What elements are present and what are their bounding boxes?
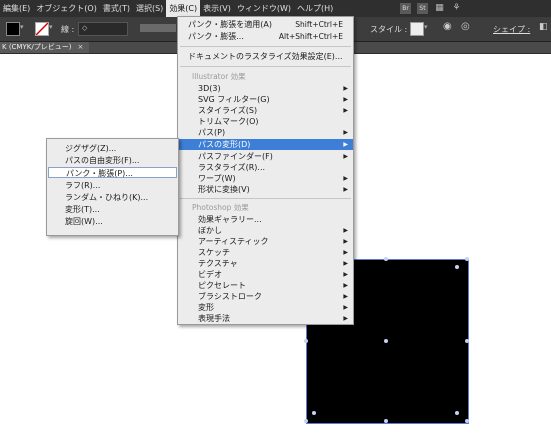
anchor-handle[interactable] [465, 257, 469, 261]
menu-item-blur[interactable]: ぼかし ▶ [178, 225, 353, 236]
style-dropdown-icon[interactable]: ▾ [424, 23, 428, 31]
menu-item-rasterize[interactable]: ラスタライズ(R)... [178, 162, 353, 173]
chevron-right-icon: ▶ [343, 129, 348, 136]
anchor-handle[interactable] [465, 339, 469, 343]
menu-item-distort-transform[interactable]: パスの変形(D) ▶ [178, 139, 353, 150]
anchor-handle[interactable] [304, 339, 308, 343]
menu-item-apply-last-effect[interactable]: パンク・膨張を適用(A) Shift+Ctrl+E [178, 19, 353, 30]
menu-item-last-effect[interactable]: パンク・膨張... Alt+Shift+Ctrl+E [178, 31, 353, 42]
menu-view[interactable]: 表示(V) [200, 3, 234, 14]
chevron-right-icon: ▶ [343, 186, 348, 193]
chevron-right-icon: ▶ [343, 315, 348, 322]
chevron-right-icon: ▶ [343, 227, 348, 234]
document-tab[interactable]: K (CMYK/プレビュー) × [0, 42, 90, 53]
menu-item-texture[interactable]: テクスチャ ▶ [178, 258, 353, 269]
menu-object[interactable]: オブジェクト(O) [33, 3, 100, 14]
menu-item-warp[interactable]: ワープ(W) ▶ [178, 173, 353, 184]
menu-separator [180, 198, 351, 199]
center-point[interactable] [384, 339, 388, 343]
chevron-right-icon: ▶ [343, 175, 348, 182]
none-slash-icon [35, 22, 49, 36]
section-header-photoshop: Photoshop 効果 [192, 203, 249, 212]
chevron-right-icon: ▶ [343, 96, 348, 103]
menu-item-transform[interactable]: 変形(T)... [47, 204, 178, 215]
style-label: スタイル : [370, 25, 408, 34]
stock-icon[interactable]: St [417, 3, 428, 14]
anchor-handle[interactable] [465, 419, 469, 423]
stroke-swatch[interactable] [35, 22, 49, 36]
close-icon[interactable]: × [77, 43, 83, 51]
menu-item-twist[interactable]: 旋回(W)... [47, 216, 178, 227]
gpu-icon[interactable]: ⚘ [451, 3, 462, 14]
chevron-right-icon: ▶ [343, 141, 348, 148]
menu-effect[interactable]: 効果(C) [166, 0, 201, 17]
stroke-dropdown-icon[interactable]: ▾ [49, 23, 53, 31]
menu-item-distort[interactable]: 変形 ▶ [178, 302, 353, 313]
menu-type[interactable]: 書式(T) [100, 3, 133, 14]
global-edit-icon[interactable]: ◎ [461, 21, 470, 32]
menu-item-pathfinder[interactable]: パスファインダー(F) ▶ [178, 151, 353, 162]
menu-separator [180, 66, 351, 67]
menu-item-svg-filters[interactable]: SVG フィルター(G) ▶ [178, 94, 353, 105]
chevron-right-icon: ▶ [343, 249, 348, 256]
menu-select[interactable]: 選択(S) [133, 3, 166, 14]
corner-widget[interactable] [455, 265, 459, 269]
fill-dropdown-icon[interactable]: ▾ [20, 23, 24, 31]
chevron-right-icon: ▶ [343, 304, 348, 311]
menu-help[interactable]: ヘルプ(H) [294, 3, 336, 14]
menu-item-free-distort[interactable]: パスの自由変形(F)... [47, 155, 178, 166]
section-header-illustrator: Illustrator 効果 [192, 72, 246, 81]
menu-edit[interactable]: 編集(E) [0, 3, 33, 14]
chevron-right-icon: ▶ [343, 85, 348, 92]
stroke-weight-field[interactable]: ◇ [78, 22, 128, 36]
chevron-right-icon: ▶ [343, 282, 348, 289]
menu-item-stylize-ps[interactable]: 表現手法 ▶ [178, 313, 353, 324]
chevron-right-icon: ▶ [343, 238, 348, 245]
chevron-right-icon: ▶ [343, 260, 348, 267]
menu-item-zig-zag[interactable]: ジグザグ(Z)... [47, 143, 178, 154]
menu-item-roughen[interactable]: ラフ(R)... [47, 180, 178, 191]
variable-width-profile[interactable] [140, 24, 176, 32]
shape-label[interactable]: シェイプ : [493, 24, 530, 35]
menu-item-artistic[interactable]: アーティスティック ▶ [178, 236, 353, 247]
menu-bar: 編集(E) オブジェクト(O) 書式(T) 選択(S) 効果(C) 表示(V) … [0, 0, 551, 17]
recolor-icon[interactable]: ◉ [443, 21, 452, 32]
graphic-style-swatch[interactable] [410, 22, 424, 36]
corner-widget[interactable] [455, 411, 459, 415]
menu-item-3d[interactable]: 3D(3) ▶ [178, 83, 353, 94]
menu-item-brush-strokes[interactable]: ブラシストローク ▶ [178, 291, 353, 302]
shape-options-icon[interactable]: ◧ [539, 22, 548, 32]
corner-widget[interactable] [312, 411, 316, 415]
menu-item-trim-marks[interactable]: トリムマーク(O) [178, 116, 353, 127]
chevron-right-icon: ▶ [343, 107, 348, 114]
effect-menu: パンク・膨張を適用(A) Shift+Ctrl+E パンク・膨張... Alt+… [177, 16, 354, 325]
chevron-right-icon: ▶ [343, 293, 348, 300]
menu-item-path[interactable]: パス(P) ▶ [178, 127, 353, 138]
menu-item-tweak[interactable]: ランダム・ひねり(K)... [47, 192, 178, 203]
menu-item-pucker-bloat[interactable]: パンク・膨張(P)... [48, 167, 177, 178]
fill-swatch[interactable] [6, 22, 20, 36]
menu-item-sketch[interactable]: スケッチ ▶ [178, 247, 353, 258]
menu-item-document-raster-settings[interactable]: ドキュメントのラスタライズ効果設定(E)... [178, 51, 353, 62]
document-tab-title: K (CMYK/プレビュー) [2, 43, 72, 51]
anchor-handle[interactable] [384, 257, 388, 261]
anchor-handle[interactable] [384, 419, 388, 423]
chevron-right-icon: ▶ [343, 153, 348, 160]
menu-item-stylize[interactable]: スタイライズ(S) ▶ [178, 105, 353, 116]
workspace-icon[interactable]: ▦ [434, 3, 445, 14]
chevron-right-icon: ▶ [343, 271, 348, 278]
anchor-handle[interactable] [304, 419, 308, 423]
menu-item-effect-gallery[interactable]: 効果ギャラリー... [178, 214, 353, 225]
distort-transform-submenu: ジグザグ(Z)... パスの自由変形(F)... パンク・膨張(P)... ラフ… [46, 138, 179, 236]
menu-item-convert-to-shape[interactable]: 形状に変換(V) ▶ [178, 184, 353, 195]
menu-item-video[interactable]: ビデオ ▶ [178, 269, 353, 280]
menu-separator [180, 46, 351, 47]
bridge-icon[interactable]: Br [400, 3, 411, 14]
stroke-weight-label: 線 : [61, 25, 75, 34]
menu-window[interactable]: ウィンドウ(W) [234, 3, 294, 14]
app-switcher: Br St ▦ ⚘ [400, 3, 462, 14]
menu-item-pixelate[interactable]: ピクセレート ▶ [178, 280, 353, 291]
